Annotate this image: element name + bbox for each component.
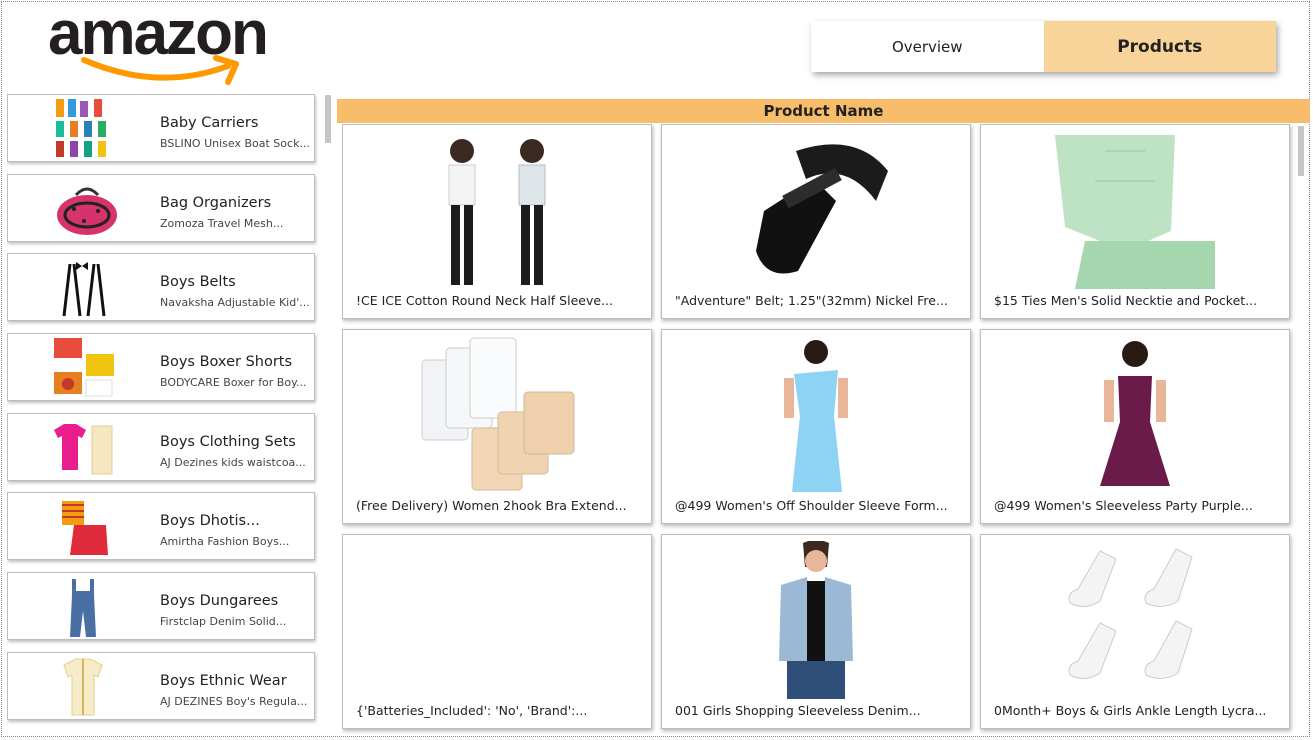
page-tabs: Overview Products <box>811 21 1276 72</box>
denim-vest-image <box>779 541 853 699</box>
grid-scrollbar[interactable] <box>1298 126 1304 176</box>
product-card[interactable]: 0Month+ Boys & Girls Ankle Length Lycra.… <box>980 534 1290 729</box>
category-title: Boys Ethnic Wear <box>160 673 287 689</box>
off-shoulder-dress-image <box>784 340 848 492</box>
category-item[interactable]: Boys Boxer Shorts BODYCARE Boxer for Boy… <box>7 333 315 401</box>
boxer-shorts-thumbnail <box>54 338 114 397</box>
purple-dress-image <box>1100 341 1170 486</box>
product-card[interactable]: 001 Girls Shopping Sleeveless Denim... <box>661 534 971 729</box>
slicer-scrollbar[interactable] <box>325 95 331 143</box>
dungarees-thumbnail <box>70 579 96 637</box>
category-subtitle: BSLINO Unisex Boat Sock... <box>160 137 310 150</box>
category-slicer: Baby Carriers BSLINO Unisex Boat Sock...… <box>7 94 318 734</box>
girls-tshirt-image <box>448 139 546 285</box>
product-card[interactable]: "Adventure" Belt; 1.25"(32mm) Nickel Fre… <box>661 124 971 319</box>
clothing-set-thumbnail <box>54 424 113 475</box>
suspenders-thumbnail <box>62 262 106 317</box>
category-title: Boys Dhotis... <box>160 513 260 529</box>
product-name-header: Product Name <box>337 99 1310 123</box>
category-item[interactable]: Baby Carriers BSLINO Unisex Boat Sock... <box>7 94 315 162</box>
product-name: 0Month+ Boys & Girls Ankle Length Lycra.… <box>994 703 1267 718</box>
category-subtitle: Amirtha Fashion Boys... <box>160 535 290 548</box>
category-subtitle: BODYCARE Boxer for Boy... <box>160 376 307 389</box>
dhoti-thumbnail <box>62 501 108 555</box>
belt-image <box>756 144 888 274</box>
product-name: 001 Girls Shopping Sleeveless Denim... <box>675 703 921 718</box>
ethnic-wear-thumbnail <box>63 658 103 716</box>
category-item[interactable]: Bag Organizers Zomoza Travel Mesh... <box>7 174 315 242</box>
product-name: {'Batteries_Included': 'No', 'Brand':... <box>356 703 588 718</box>
product-grid: !CE ICE Cotton Round Neck Half Sleeve...… <box>342 124 1297 736</box>
product-card[interactable]: !CE ICE Cotton Round Neck Half Sleeve... <box>342 124 652 319</box>
product-name: @499 Women's Off Shoulder Sleeve Form... <box>675 498 948 513</box>
product-card[interactable]: @499 Women's Off Shoulder Sleeve Form... <box>661 329 971 524</box>
bag-organizer-thumbnail <box>57 187 117 235</box>
category-subtitle: Navaksha Adjustable Kid'... <box>160 296 310 309</box>
product-name: "Adventure" Belt; 1.25"(32mm) Nickel Fre… <box>675 293 948 308</box>
category-title: Boys Belts <box>160 274 236 290</box>
category-subtitle: Firstclap Denim Solid... <box>160 615 287 628</box>
category-item[interactable]: Boys Dungarees Firstclap Denim Solid... <box>7 572 315 640</box>
product-name: @499 Women's Sleeveless Party Purple... <box>994 498 1253 513</box>
category-title: Boys Dungarees <box>160 593 279 609</box>
amazon-logo: amazon <box>48 0 298 88</box>
tab-products[interactable]: Products <box>1043 21 1276 72</box>
product-name: $15 Ties Men's Solid Necktie and Pocket.… <box>994 293 1258 308</box>
necktie-image <box>1055 135 1215 289</box>
product-card[interactable]: (Free Delivery) Women 2hook Bra Extend..… <box>342 329 652 524</box>
category-title: Baby Carriers <box>160 115 259 131</box>
category-item[interactable]: Boys Belts Navaksha Adjustable Kid'... <box>7 253 315 321</box>
ankle-socks-image <box>1068 548 1193 679</box>
category-subtitle: Zomoza Travel Mesh... <box>160 217 284 230</box>
category-item[interactable]: Boys Clothing Sets AJ Dezines kids waist… <box>7 413 315 481</box>
category-item[interactable]: Boys Ethnic Wear AJ DEZINES Boy's Regula… <box>7 652 315 720</box>
category-subtitle: AJ DEZINES Boy's Regula... <box>160 695 308 708</box>
product-card[interactable]: {'Batteries_Included': 'No', 'Brand':... <box>342 534 652 729</box>
category-subtitle: AJ Dezines kids waistcoa... <box>160 456 306 469</box>
socks-thumbnail <box>56 99 106 157</box>
product-card[interactable]: $15 Ties Men's Solid Necktie and Pocket.… <box>980 124 1290 319</box>
tab-overview[interactable]: Overview <box>811 21 1044 72</box>
smile-arrow-icon <box>81 55 239 85</box>
bra-extender-image <box>421 337 575 491</box>
category-title: Boys Boxer Shorts <box>160 354 293 370</box>
product-name: !CE ICE Cotton Round Neck Half Sleeve... <box>356 293 613 308</box>
product-card[interactable]: @499 Women's Sleeveless Party Purple... <box>980 329 1290 524</box>
category-title: Bag Organizers <box>160 195 272 211</box>
product-name: (Free Delivery) Women 2hook Bra Extend..… <box>356 498 627 513</box>
category-item[interactable]: Boys Dhotis... Amirtha Fashion Boys... <box>7 492 315 560</box>
category-title: Boys Clothing Sets <box>160 434 296 450</box>
